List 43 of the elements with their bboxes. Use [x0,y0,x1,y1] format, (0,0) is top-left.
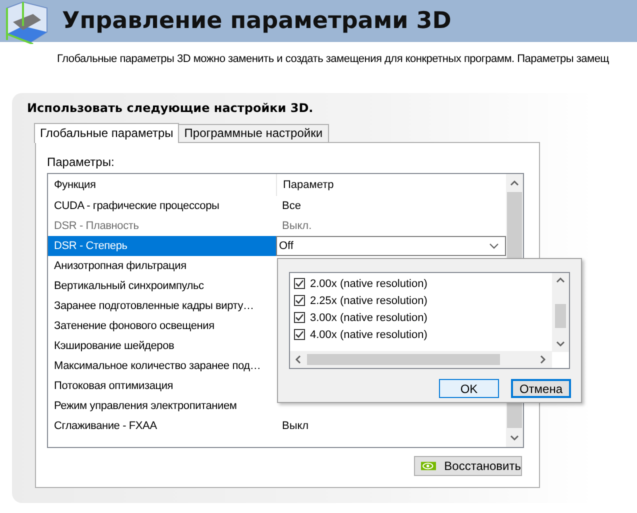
page-title: Управление параметрами 3D [62,8,452,34]
scroll-up-icon[interactable] [556,276,565,285]
function-cell[interactable]: Потоковая оптимизация [48,376,276,396]
function-cell[interactable]: Максимальное количество заранее под… [48,356,276,376]
function-cell[interactable]: Сглаживание - FXAA [48,416,276,436]
function-cell[interactable]: Заранее подготовленные кадры вирту… [48,296,276,316]
option-label: 2.00x (native resolution) [310,278,428,290]
scroll-up-icon[interactable] [510,179,519,188]
scrollbar-thumb[interactable] [555,304,566,328]
scroll-right-icon[interactable] [538,355,547,364]
checkbox[interactable] [294,278,305,289]
page-description: Глобальные параметры 3D можно заменить и создать замещения для конкретных программ. Параметры замещ [57,53,610,65]
dialog-button[interactable]: OK [439,379,499,398]
function-cell[interactable]: Кэширование шейдеров [48,336,276,356]
chevron-down-icon [489,242,499,250]
scroll-left-icon[interactable] [294,355,303,364]
parameters-label: Параметры: [47,155,116,169]
eye-logo-icon [421,460,436,472]
function-cell[interactable]: Анизотропная фильтрация [48,256,276,276]
scroll-down-icon[interactable] [556,339,565,348]
scroll-down-icon[interactable] [510,433,519,442]
section-heading: Использовать следующие настройки 3D. [27,101,314,117]
option-label: 3.00x (native resolution) [310,312,428,324]
value-dropdown[interactable]: Off [276,236,506,256]
scrollbar-thumb[interactable] [307,354,500,365]
column-header[interactable]: Функция [48,174,276,196]
value-cell: Выкл. [282,220,312,232]
function-cell[interactable]: CUDA - графические процессоры [48,196,276,216]
tab[interactable]: Программные настройки [178,124,329,142]
function-cell[interactable]: Режим управления электропитанием [48,396,276,416]
function-cell[interactable]: Затенение фонового освещения [48,316,276,336]
option-label: 4.00x (native resolution) [310,328,428,340]
function-cell[interactable]: Вертикальный синхроимпульс [48,276,276,296]
dialog-button[interactable]: Отмена [511,379,571,398]
checkbox[interactable] [294,312,305,323]
value-cell: Выкл [282,420,309,432]
restore-button[interactable]: Восстановить [414,456,522,476]
checkbox[interactable] [294,295,305,306]
tab[interactable]: Глобальные параметры [34,123,180,143]
option-label: 2.25x (native resolution) [310,294,428,306]
function-cell[interactable]: DSR - Степерь [48,236,276,256]
value-cell: Все [282,200,301,212]
checkbox[interactable] [294,329,305,340]
